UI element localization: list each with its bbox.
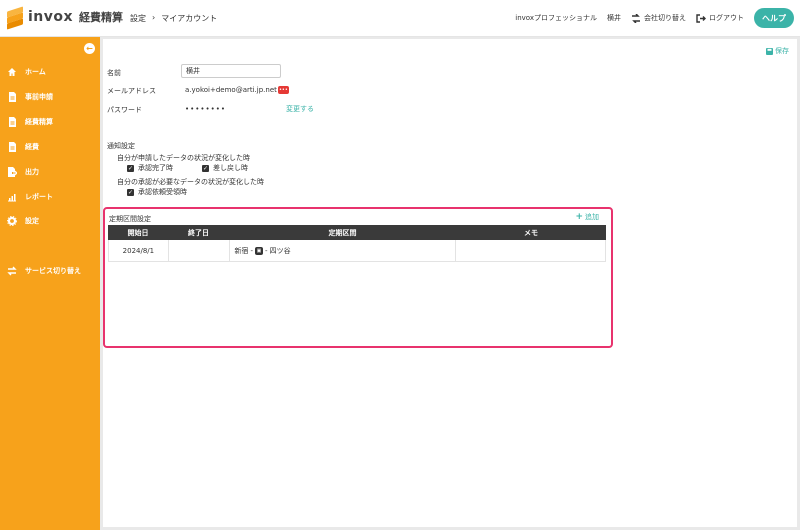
sidebar-item-export[interactable]: 出力 — [0, 162, 100, 182]
header-actions: invoxプロフェッショナル 横井 会社切り替え ログアウト ヘルプ — [515, 8, 794, 28]
cell-route: 新宿 - ▣ - 四ツ谷 — [230, 240, 456, 261]
train-icon: ▣ — [255, 246, 264, 255]
route-from: 新宿 — [234, 246, 249, 255]
sidebar-item-report[interactable]: レポート — [0, 187, 100, 207]
table-row[interactable]: 2024/8/1 新宿 - ▣ - 四ツ谷 — [108, 240, 606, 262]
col-start-date: 開始日 — [127, 228, 149, 237]
collapse-sidebar-icon[interactable]: ← — [84, 43, 95, 54]
cell-end-date — [169, 240, 230, 261]
gear-icon — [7, 216, 17, 226]
chart-icon — [7, 192, 17, 202]
sidebar-item-expenses[interactable]: 経費 — [0, 137, 100, 157]
plan-name: invoxプロフェッショナル — [515, 14, 597, 22]
cell-start-date: 2024/8/1 — [109, 240, 169, 261]
breadcrumb-settings[interactable]: 設定 — [130, 13, 146, 24]
checkbox-returned[interactable]: ✓ 差し戻し時 — [202, 163, 248, 173]
col-memo: メモ — [524, 228, 538, 237]
user-name: 横井 — [607, 14, 621, 22]
email-value: a.yokoi+demo@arti.jp.net — [185, 86, 277, 94]
my-account-panel: 保存 名前 メールアドレス a.yokoi+demo@arti.jp.net •… — [103, 39, 797, 527]
switch-icon — [7, 266, 17, 276]
sidebar-item-label: 事前申請 — [25, 93, 53, 101]
export-icon — [7, 167, 17, 177]
password-value: •••••••• — [185, 105, 227, 113]
col-route: 定期区間 — [328, 228, 357, 237]
notify-group-own: 自分が申請したデータの状況が変化した時 — [117, 154, 250, 162]
email-label: メールアドレス — [107, 87, 156, 95]
password-label: パスワード — [107, 106, 142, 114]
help-button[interactable]: ヘルプ — [754, 8, 794, 28]
sidebar-item-settings[interactable]: 設定 — [0, 211, 100, 231]
checkbox-label: 承認依頼受領時 — [138, 188, 187, 196]
sidebar: ← ホーム 事前申請 経費精算 経費 出力 レポート 設定 サービス切り替え — [0, 37, 100, 530]
add-label: 追加 — [585, 213, 599, 221]
add-period-button[interactable]: + 追加 — [575, 212, 599, 222]
breadcrumb: 設定 › マイアカウント — [130, 13, 217, 24]
sidebar-item-label: 経費精算 — [25, 118, 53, 126]
switch-company-icon — [632, 13, 640, 23]
breadcrumb-separator: › — [152, 13, 156, 22]
logout-icon — [696, 13, 706, 23]
switch-company-label: 会社切り替え — [644, 14, 686, 22]
sidebar-item-label: ホーム — [25, 68, 46, 76]
switch-company-button[interactable]: 会社切り替え — [631, 13, 686, 23]
period-table-header: 開始日 終了日 定期区間 メモ — [108, 225, 606, 240]
cell-memo — [456, 240, 605, 261]
app-header: invox 経費精算 設定 › マイアカウント invoxプロフェッショナル 横… — [0, 0, 800, 37]
checkbox-approval-request[interactable]: ✓ 承認依頼受領時 — [127, 187, 187, 197]
sidebar-item-home[interactable]: ホーム — [0, 62, 100, 82]
logout-button[interactable]: ログアウト — [696, 13, 744, 23]
sidebar-item-label: 出力 — [25, 168, 39, 176]
route-sep: - — [250, 246, 254, 255]
breadcrumb-current: マイアカウント — [161, 14, 218, 23]
notifications-title: 通知設定 — [107, 142, 135, 150]
sidebar-item-label: サービス切り替え — [25, 267, 81, 275]
route-to: 四ツ谷 — [269, 246, 291, 255]
save-label: 保存 — [775, 47, 789, 55]
checkbox-approved[interactable]: ✓ 承認完了時 — [127, 163, 173, 173]
checkbox-checked-icon: ✓ — [127, 188, 134, 196]
sidebar-item-switch-service[interactable]: サービス切り替え — [0, 261, 100, 281]
plus-icon: + — [575, 212, 583, 222]
commuter-period-section: 定期区間設定 + 追加 開始日 終了日 定期区間 メモ 2024/8/1 新宿 … — [103, 207, 613, 348]
document-icon — [7, 117, 17, 127]
sidebar-item-expense-report[interactable]: 経費精算 — [0, 112, 100, 132]
notify-group-approval: 自分の承認が必要なデータの状況が変化した時 — [117, 178, 264, 186]
checkbox-checked-icon: ✓ — [127, 164, 134, 172]
change-password-link[interactable]: 変更する — [286, 104, 314, 114]
logo-subtitle: 経費精算 — [79, 11, 124, 24]
save-button[interactable]: 保存 — [766, 46, 789, 56]
logout-label: ログアウト — [709, 14, 744, 22]
checkbox-checked-icon: ✓ — [202, 164, 209, 172]
name-label: 名前 — [107, 69, 121, 77]
checkbox-label: 差し戻し時 — [213, 164, 248, 172]
app-logo[interactable]: invox 経費精算 — [6, 6, 124, 30]
checkbox-label: 承認完了時 — [138, 164, 173, 172]
home-icon — [7, 67, 17, 77]
more-icon[interactable]: ••• — [277, 86, 289, 94]
period-section-title: 定期区間設定 — [109, 215, 151, 223]
document-icon — [7, 142, 17, 152]
sidebar-item-label: レポート — [25, 193, 53, 201]
name-input[interactable] — [181, 64, 281, 78]
sidebar-item-pre-application[interactable]: 事前申請 — [0, 87, 100, 107]
email-value-wrap: a.yokoi+demo@arti.jp.net ••• — [185, 86, 289, 94]
invox-logo-icon — [6, 6, 24, 30]
sidebar-item-label: 設定 — [25, 217, 39, 225]
route-sep: - — [265, 246, 268, 255]
col-end-date: 終了日 — [188, 228, 209, 237]
document-icon — [7, 92, 17, 102]
sidebar-item-label: 経費 — [25, 143, 39, 151]
save-icon — [766, 47, 773, 55]
logo-text: invox — [28, 9, 74, 25]
